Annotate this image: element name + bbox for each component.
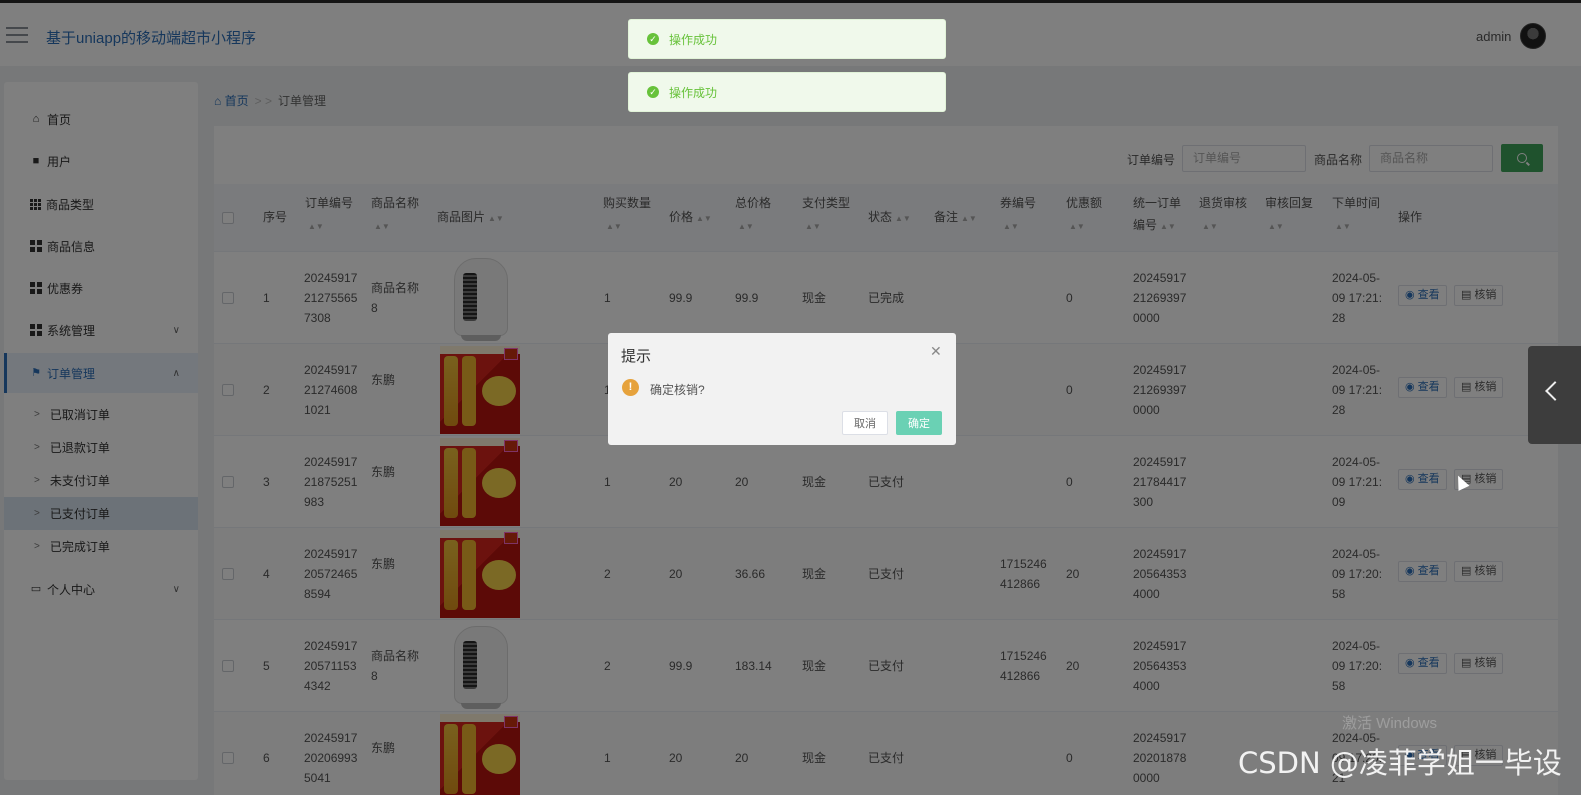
toast-text: 操作成功 — [669, 85, 718, 100]
toast-text: 操作成功 — [669, 32, 718, 47]
success-toast: ✓ 操作成功 — [628, 19, 946, 59]
dialog-title: 提示 — [621, 348, 652, 365]
check-circle-icon: ✓ — [647, 33, 659, 45]
check-circle-icon: ✓ — [647, 86, 659, 98]
side-drawer-toggle[interactable] — [1528, 346, 1581, 444]
cancel-button[interactable]: 取消 — [842, 411, 888, 435]
windows-activation-mark: 激活 Windows — [1342, 715, 1438, 732]
warning-icon: ! — [622, 379, 639, 396]
close-icon[interactable]: ✕ — [930, 343, 942, 360]
dialog-message: 确定核销? — [650, 383, 705, 397]
watermark: CSDN @凌菲学姐一毕设 — [1238, 746, 1562, 780]
confirm-dialog: 提示 ✕ ! 确定核销? 取消 确定 — [608, 333, 956, 445]
chevron-left-icon — [1545, 381, 1565, 401]
success-toast: ✓ 操作成功 — [628, 72, 946, 112]
confirm-button[interactable]: 确定 — [896, 411, 942, 435]
